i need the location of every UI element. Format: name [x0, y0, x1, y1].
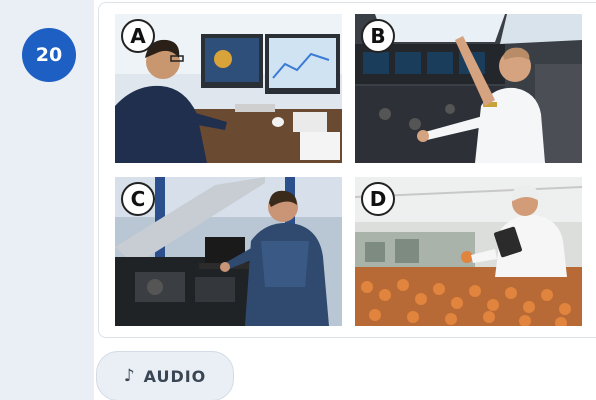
audio-button-label: AUDIO: [143, 366, 207, 386]
audio-button[interactable]: ♪ AUDIO: [96, 351, 234, 400]
music-note-icon: ♪: [123, 366, 136, 386]
option-letter-c: C: [121, 182, 155, 216]
question-page: 20 A B C D ♪ AUDIO: [0, 0, 596, 400]
image-options-card: A B C D: [98, 2, 596, 338]
question-number-badge: 20: [22, 28, 76, 82]
option-letter-b: B: [361, 19, 395, 53]
option-b-image[interactable]: B: [355, 14, 582, 163]
option-d-image[interactable]: D: [355, 177, 582, 326]
option-c-image[interactable]: C: [115, 177, 342, 326]
option-letter-d: D: [361, 182, 395, 216]
option-a-image[interactable]: A: [115, 14, 342, 163]
option-letter-a: A: [121, 19, 155, 53]
left-column: 20: [0, 0, 94, 400]
